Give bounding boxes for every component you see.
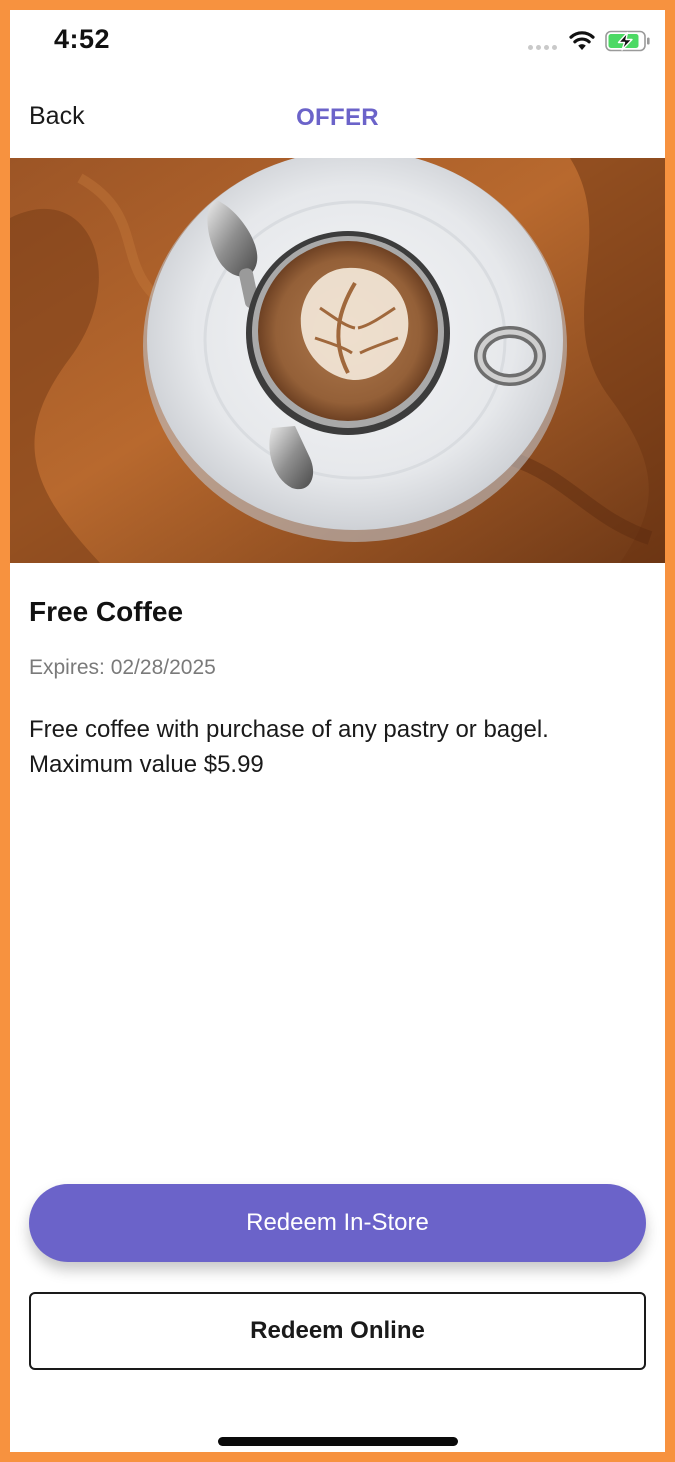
page-title: OFFER [296, 104, 379, 131]
redeem-online-button[interactable]: Redeem Online [29, 1292, 646, 1370]
offer-description-line: Maximum value $5.99 [29, 751, 264, 778]
nav-header: Back OFFER [10, 74, 665, 158]
redeem-in-store-button[interactable]: Redeem In-Store [29, 1184, 646, 1262]
offer-screen: 4:52 Back OFFER Free Coffee Expires: 02/… [10, 10, 665, 1452]
offer-description: Free coffee with purchase of any pastry … [29, 712, 649, 782]
offer-expiry: Expires: 02/28/2025 [29, 656, 216, 680]
signal-dots-icon [528, 45, 562, 51]
status-bar: 4:52 [10, 10, 665, 74]
battery-charging-icon [605, 30, 650, 52]
home-indicator[interactable] [218, 1437, 458, 1446]
coffee-latte-image [10, 158, 665, 563]
offer-expiry-label: Expires: [29, 656, 111, 679]
wifi-icon [569, 31, 595, 50]
offer-expiry-date: 02/28/2025 [110, 656, 216, 679]
offer-title: Free Coffee [29, 596, 184, 627]
offer-hero-image [10, 158, 665, 563]
offer-description-line: Free coffee with purchase of any pastry … [29, 716, 549, 743]
status-time: 4:52 [54, 24, 111, 54]
